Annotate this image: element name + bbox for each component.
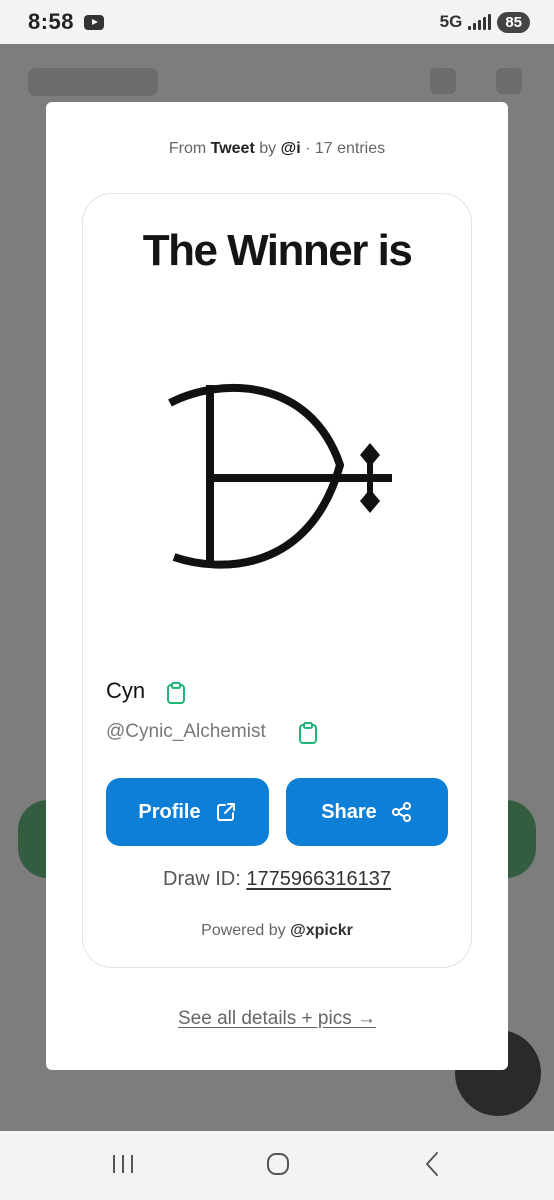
back-icon[interactable]	[422, 1150, 442, 1178]
source-line: From Tweet by @i · 17 entries	[0, 140, 554, 158]
clipboard-icon	[299, 722, 317, 744]
source-entries: · 17 entries	[305, 140, 386, 157]
source-author: @i	[280, 140, 301, 157]
copy-name-button[interactable]	[166, 682, 186, 704]
profile-button-label: Profile	[138, 800, 201, 823]
recent-apps-icon[interactable]	[111, 1153, 135, 1175]
see-all-details-link[interactable]: See all details + pics →	[0, 1008, 554, 1030]
source-by: by	[259, 140, 277, 157]
powered-brand-link[interactable]: @xpickr	[290, 922, 353, 939]
powered-by: Powered by @xpickr	[0, 922, 554, 940]
external-link-icon	[216, 803, 235, 821]
winner-handle: @Cynic_Alchemist	[106, 721, 266, 742]
status-bar: 8:58 5G 85	[0, 0, 554, 44]
battery-badge: 85	[497, 11, 530, 33]
youtube-icon	[84, 14, 105, 30]
profile-button[interactable]: Profile	[106, 778, 269, 846]
signal-icon	[468, 14, 492, 30]
draw-id: Draw ID: 1775966316137	[0, 868, 554, 891]
powered-label: Powered by	[201, 922, 286, 939]
network-label: 5G	[439, 12, 463, 31]
background-icon	[496, 68, 522, 94]
winner-card	[82, 193, 472, 968]
winner-title: The Winner is	[142, 226, 413, 275]
background-logo	[28, 68, 158, 96]
source-prefix: From	[168, 140, 207, 157]
winner-name: Cyn	[106, 678, 146, 703]
share-icon	[391, 802, 411, 822]
share-button[interactable]: Share	[286, 778, 448, 846]
clipboard-icon	[167, 682, 185, 704]
home-icon[interactable]	[266, 1152, 290, 1176]
draw-id-link[interactable]: 1775966316137	[246, 868, 391, 890]
draw-id-label: Draw ID:	[163, 868, 241, 890]
background-icon	[430, 68, 456, 94]
source-platform: Tweet	[210, 140, 255, 157]
clock: 8:58	[28, 9, 75, 34]
winner-avatar	[168, 383, 392, 569]
copy-handle-button[interactable]	[298, 722, 318, 744]
share-button-label: Share	[321, 800, 377, 823]
